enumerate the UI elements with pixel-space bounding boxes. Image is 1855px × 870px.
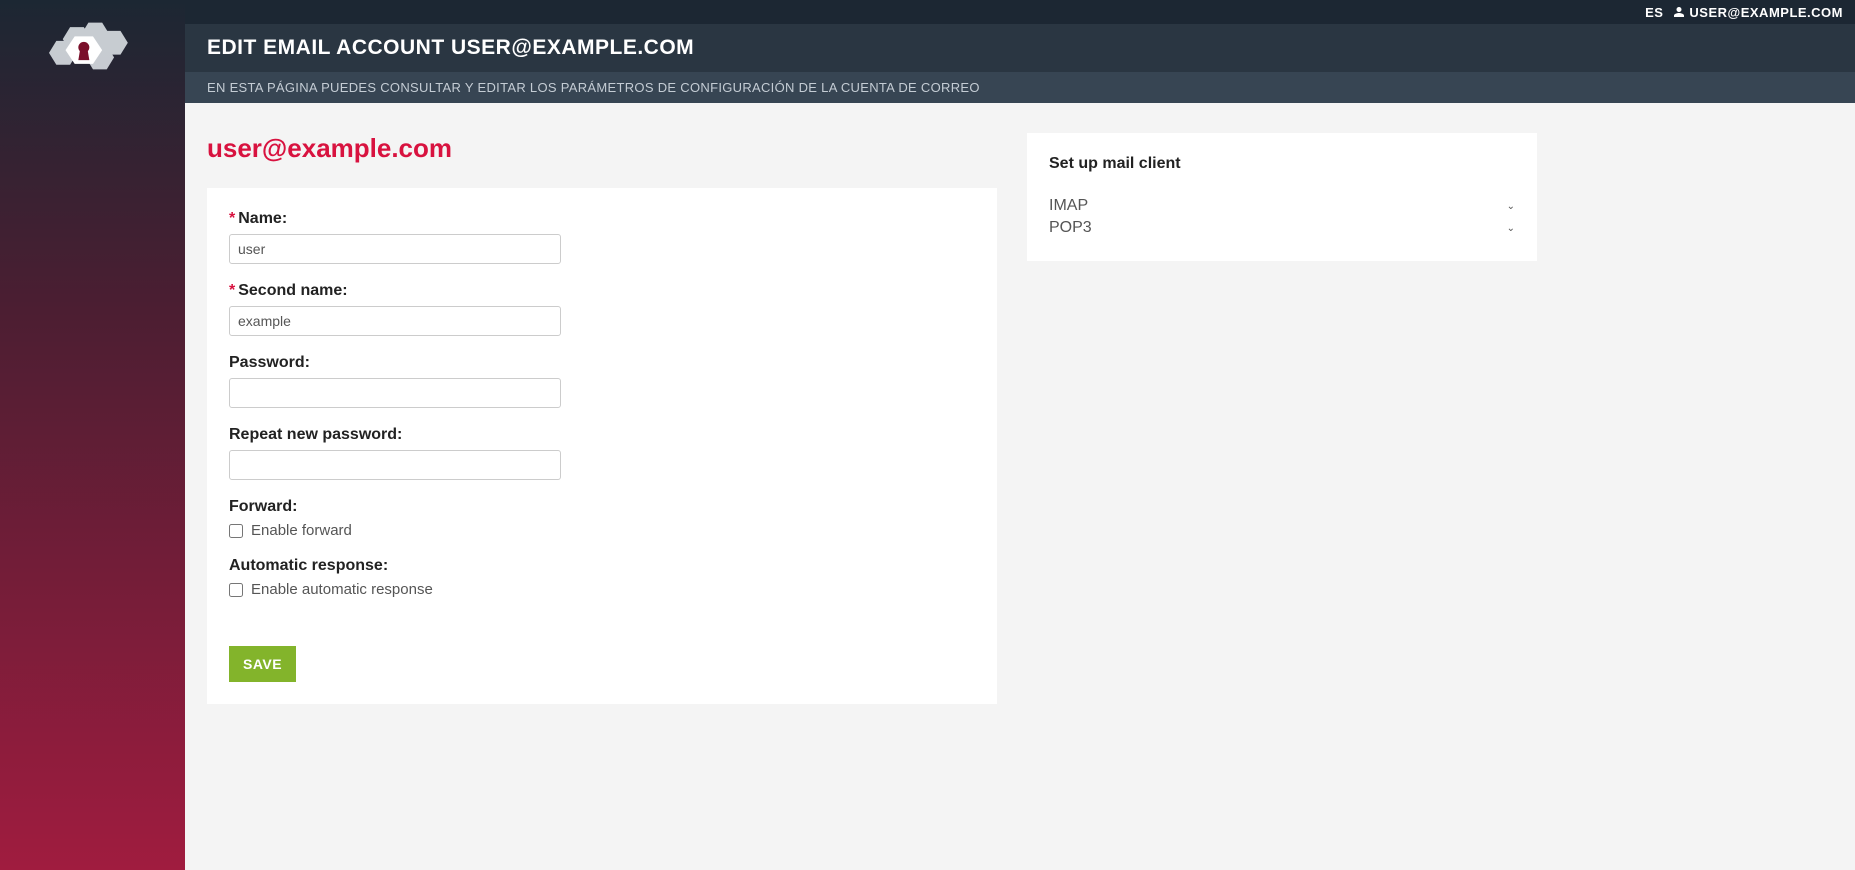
form-card: *Name: *Second name: Password: Repeat ne… [207,188,997,704]
enable-forward-checkbox[interactable] [229,524,243,538]
email-heading: user@example.com [207,133,997,164]
accordion-pop3[interactable]: POP3 ⌄ [1049,217,1515,239]
password-label: Password: [229,354,975,372]
accordion-imap[interactable]: IMAP ⌄ [1049,195,1515,217]
second-name-label: *Second name: [229,282,975,300]
name-label: *Name: [229,210,975,228]
chevron-down-icon: ⌄ [1507,223,1515,234]
user-menu[interactable]: USER@EXAMPLE.COM [1673,5,1843,20]
mail-client-title: Set up mail client [1049,155,1515,173]
password-input[interactable] [229,378,561,408]
enable-autoresponse-label[interactable]: Enable automatic response [251,581,433,598]
enable-autoresponse-checkbox[interactable] [229,583,243,597]
accordion-item-label: POP3 [1049,219,1092,237]
enable-forward-label[interactable]: Enable forward [251,522,352,539]
language-switch[interactable]: ES [1645,5,1663,20]
repeat-password-label: Repeat new password: [229,426,975,444]
page-subtitle: EN ESTA PÁGINA PUEDES CONSULTAR Y EDITAR… [185,72,1855,103]
logo[interactable] [0,0,185,100]
repeat-password-input[interactable] [229,450,561,480]
autoresponse-label: Automatic response: [229,557,975,575]
content: user@example.com *Name: *Second name: Pa… [185,103,1855,870]
page-title: EDIT EMAIL ACCOUNT USER@EXAMPLE.COM [185,24,1855,72]
mail-client-card: Set up mail client IMAP ⌄ POP3 ⌄ [1027,133,1537,261]
sidebar [0,0,185,870]
user-icon [1673,6,1685,18]
save-button[interactable]: SAVE [229,646,296,682]
topbar: ES USER@EXAMPLE.COM [185,0,1855,24]
user-label: USER@EXAMPLE.COM [1689,5,1843,20]
name-input[interactable] [229,234,561,264]
main: ES USER@EXAMPLE.COM EDIT EMAIL ACCOUNT U… [185,0,1855,870]
forward-label: Forward: [229,498,975,516]
accordion-item-label: IMAP [1049,197,1088,215]
second-name-input[interactable] [229,306,561,336]
chevron-down-icon: ⌄ [1507,201,1515,212]
